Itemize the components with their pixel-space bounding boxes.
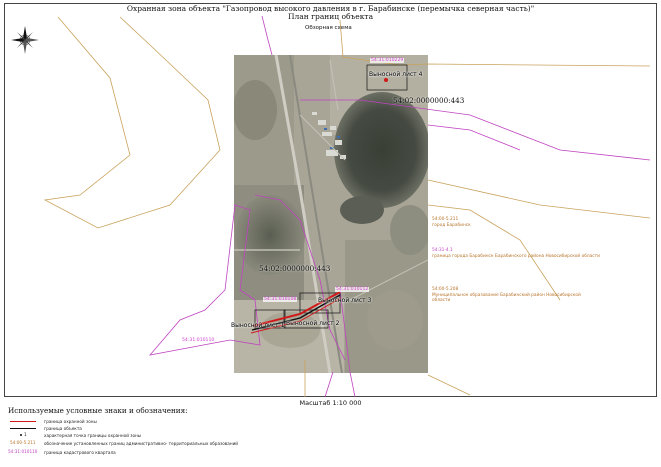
map-canvas[interactable] (0, 0, 661, 397)
legend-point-icon: 1 (8, 432, 38, 438)
annotation-text-2: граница города Барабинск Барабинского ра… (432, 254, 600, 259)
legend-text: граница охранной зоны (44, 418, 97, 424)
legend-black-line-icon (8, 425, 38, 431)
sheet-label-2[interactable]: Выносной лист 2 (286, 320, 339, 327)
legend-item-point: 1 характерная точка границы охранной зон… (8, 432, 141, 438)
sheet-label-1[interactable]: Выносной лист 1 (231, 322, 284, 329)
annotation-text-3: Муниципальное образование Барабинский ра… (432, 293, 581, 303)
legend-orange-code-icon: 54:00-5.211 (10, 440, 36, 445)
legend-magenta-code-icon: 54:31:010110 (8, 449, 38, 454)
parcel-label-top: 54:02:0000000:443 (393, 96, 465, 105)
annotation-text-1: город Барабинск (432, 223, 471, 228)
cadastral-label-112: 54:31:010112 (335, 287, 370, 292)
legend-red-line-icon (8, 418, 38, 424)
legend-text: граница объекта (44, 425, 82, 431)
legend-item-protection-zone: граница охранной зоны (8, 418, 97, 424)
legend-text: характерная точка границы охранной зоны (44, 432, 142, 438)
legend-text: граница кадастрового квартала (44, 449, 116, 455)
parcel-label-mid: 54:02:0000000:443 (259, 264, 331, 273)
sheet-label-4[interactable]: Выносной лист 4 (369, 71, 422, 78)
point-marker (384, 78, 388, 82)
compass-rose-icon (11, 26, 39, 54)
cadastral-label-top: 54:31:010229 (370, 58, 405, 63)
annotation-code-3: 54:00-5.208 (432, 287, 459, 292)
legend-item-admin: 54:00-5.211 обозначение установленных гр… (8, 440, 238, 446)
annotation-code-2: 54:31-4.1 (432, 248, 453, 253)
legend-item-object-boundary: граница объекта (8, 425, 82, 431)
cadastral-label-108: 54:31:010108 (263, 297, 298, 302)
overview-label: Обзорная схема (305, 25, 352, 31)
legend-title: Используемые условные знаки и обозначени… (8, 406, 188, 415)
legend-item-cadastral: 54:31:010110 граница кадастрового кварта… (8, 449, 116, 455)
annotation-code-1: 54:00-5.211 (432, 217, 459, 222)
cadastral-label-110: 54:31:010110 (182, 338, 215, 343)
legend-text: обозначение установленных границ админис… (44, 440, 239, 446)
sheet-label-3[interactable]: Выносной лист 3 (318, 297, 371, 304)
